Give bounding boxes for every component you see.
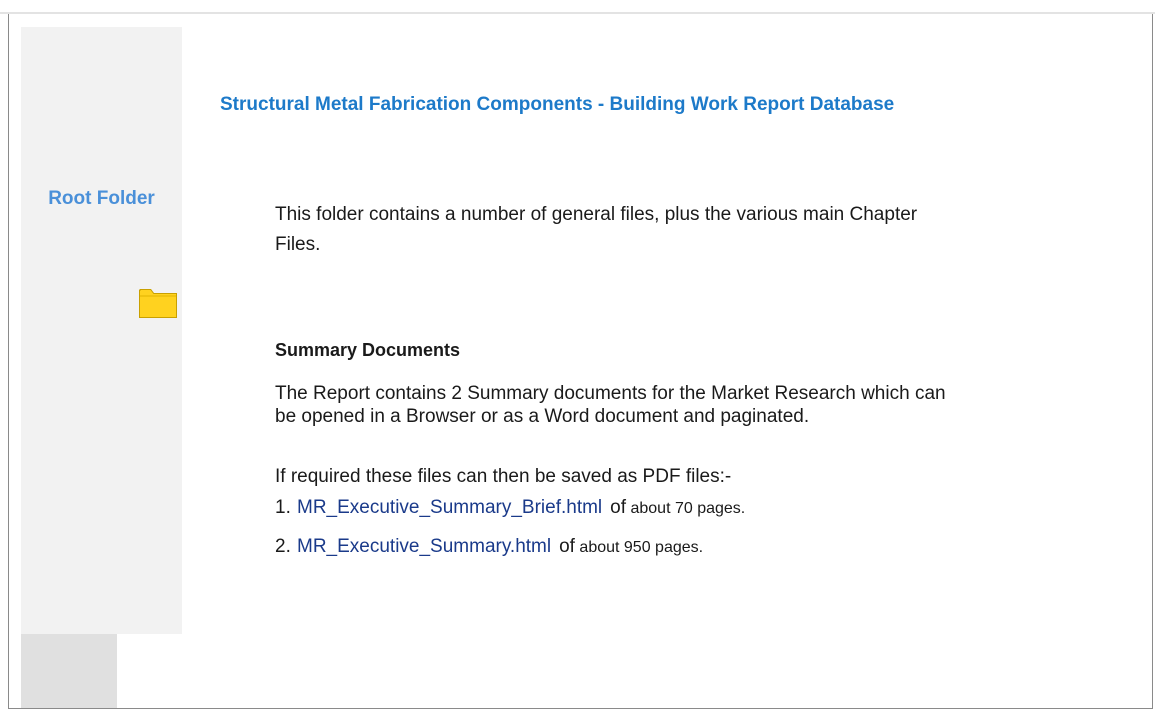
of-text: of [559, 536, 575, 557]
pdf-instruction: If required these files can then be save… [275, 466, 732, 487]
main-content: This folder contains a number of general… [275, 200, 965, 557]
intro-text: This folder contains a number of general… [275, 204, 918, 255]
of-text: of [610, 497, 627, 518]
page-count: about 950 pages. [579, 539, 704, 556]
page-title: Structural Metal Fabrication Components … [220, 94, 895, 115]
page-count-note: of about 950 pages. [559, 536, 703, 558]
folder-icon[interactable] [138, 284, 178, 320]
list-number: 2. [275, 536, 291, 557]
page-count: about 70 pages. [630, 500, 746, 517]
executive-summary-brief-link[interactable]: MR_Executive_Summary_Brief.html [297, 497, 602, 519]
list-item: 2. MR_Executive_Summary.html of about 95… [275, 536, 965, 575]
executive-summary-link[interactable]: MR_Executive_Summary.html [297, 536, 551, 558]
summary-description: The Report contains 2 Summary documents … [275, 383, 946, 427]
page-count-note: of about 70 pages. [610, 497, 745, 519]
list-item: 1. MR_Executive_Summary_Brief.html of ab… [275, 497, 965, 536]
sidebar-footer-block [21, 634, 117, 708]
list-number: 1. [275, 497, 291, 518]
document-list: 1. MR_Executive_Summary_Brief.html of ab… [275, 497, 965, 575]
root-folder-label: Root Folder [48, 188, 155, 209]
section-heading: Summary Documents [275, 340, 461, 360]
sidebar [21, 27, 182, 634]
